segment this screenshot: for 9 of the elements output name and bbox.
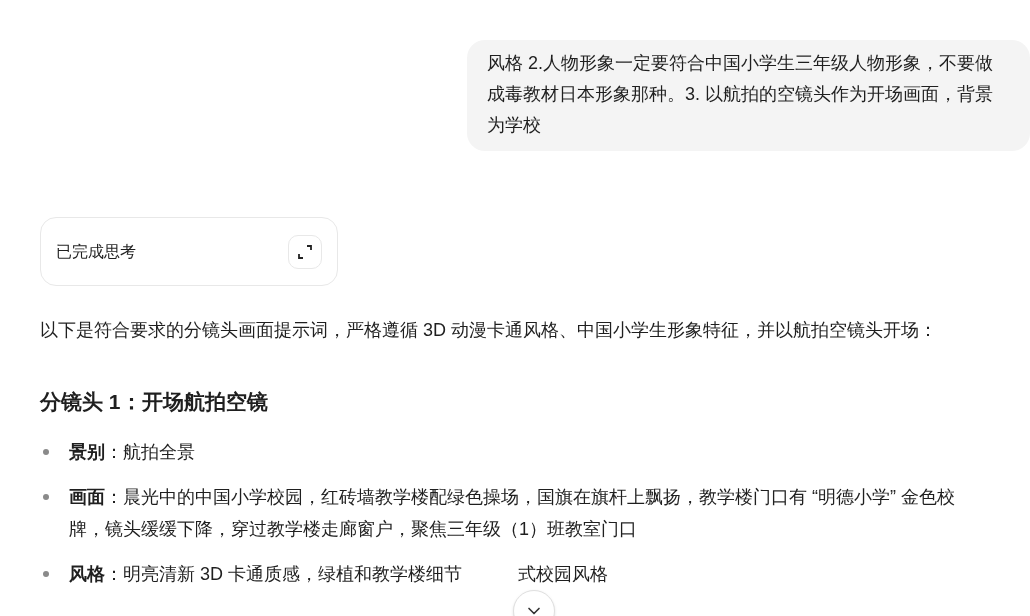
user-message-bubble: 风格 2.人物形象一定要符合中国小学生三年级人物形象，不要做成毒教材日本形象那种。3. 以航拍的空镜头作为开场画面，背景为学校 [467,40,1030,151]
list-item-text: 风格：明亮清新 3D 卡通质感，绿植和教学楼细节 式校园风格 [69,563,609,586]
list-item-text: 画面：晨光中的中国小学校园，红砖墙教学楼配绿色操场，国旗在旗杆上飘扬，教学楼门口有 “明德小学” 金色校牌，镜头缓缓下降，穿过教学楼走廊窗户，聚焦三年级（1）班教室门口 [69,486,956,541]
expand-icon [298,244,312,259]
expand-button[interactable] [288,234,322,269]
shot-heading: 分镜头 1：开场航拍空镜 [40,389,269,415]
list-item-text: 景别：航拍全景 [69,441,196,464]
thinking-label: 已完成思考 [56,241,136,262]
intro-paragraph: 以下是符合要求的分镜头画面提示词，严格遵循 3D 动漫卡通风格、中国小学生形象特征，并以航拍空镜头开场： [40,319,938,342]
